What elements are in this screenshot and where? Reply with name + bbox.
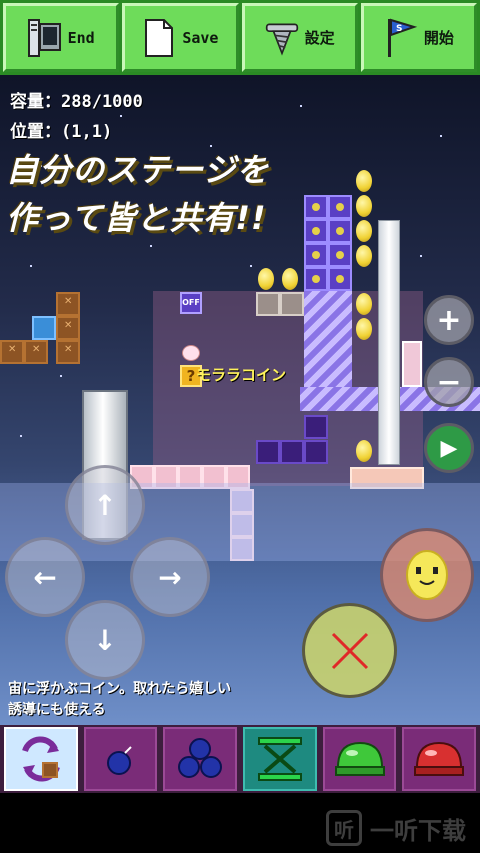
star (300, 105, 302, 107)
coin-tooltip: モララコイン (196, 366, 287, 384)
dpad-right-button[interactable]: → (130, 537, 210, 617)
start-button[interactable]: S 開始 (360, 3, 477, 72)
star-block (304, 243, 328, 267)
brick-block (56, 316, 80, 340)
coin-face-icon (406, 550, 448, 600)
promo-line-1: 自分のステージを (6, 151, 270, 189)
coin (356, 195, 372, 217)
dpad-down-button[interactable]: ↓ (65, 600, 145, 680)
watermark: 听 一听下载 (326, 810, 466, 846)
off-switch: OFF (180, 292, 202, 314)
pink-pillar (402, 341, 422, 387)
watermark-logo-icon: 听 (326, 810, 362, 846)
coin (258, 268, 274, 290)
palette-bomb-cluster[interactable] (163, 727, 238, 791)
settings-label: 設定 (304, 29, 335, 47)
switch-block (256, 440, 280, 464)
palette-swap-item[interactable] (4, 727, 78, 791)
moon-block (256, 292, 280, 316)
palette-bomb-small[interactable] (83, 727, 158, 791)
ice-block (32, 316, 56, 340)
stage-editor[interactable]: 容量：288/1000 位置：(1,1) 自分のステージを 作って皆と共有!! … (0, 75, 480, 725)
star-block (304, 267, 328, 291)
item-palette (0, 725, 480, 793)
capacity-readout: 容量：288/1000 (10, 92, 143, 112)
play-icon: ▶ (440, 435, 458, 461)
close-icon (331, 632, 368, 669)
end-label: End (67, 28, 95, 47)
drill-icon (265, 16, 299, 60)
brick-block (0, 340, 24, 364)
star-block (304, 195, 328, 219)
coin (356, 220, 372, 242)
item-description: 宙に浮かぶコイン。取れたら嬉しい 誘導にも使える (8, 679, 231, 721)
coin (356, 318, 372, 340)
star-block (328, 219, 352, 243)
star (420, 255, 422, 257)
star (150, 245, 152, 247)
bomb-cluster-icon (178, 738, 223, 778)
document-icon (142, 16, 176, 60)
switch-block (304, 415, 328, 439)
coin (356, 245, 372, 267)
bomb-icon (106, 746, 132, 775)
stone-pillar (378, 220, 400, 465)
star (250, 265, 252, 267)
red-shell-icon (414, 741, 465, 776)
swap-arrows-icon (21, 736, 60, 782)
moon-block (280, 292, 304, 316)
green-shell-icon (334, 741, 385, 776)
watermark-text: 一听下载 (370, 816, 466, 845)
dpad-left-button[interactable]: ← (5, 537, 85, 617)
star-block (328, 243, 352, 267)
hint-line-1: 宙に浮かぶコイン。取れたら嬉しい (8, 681, 232, 697)
start-label: 開始 (423, 29, 454, 47)
star (30, 265, 32, 267)
coin (282, 268, 298, 290)
slope-terrain (304, 291, 352, 387)
brick-block (56, 340, 80, 364)
hint-line-2: 誘導にも使える (8, 702, 106, 718)
delete-button[interactable] (302, 603, 397, 698)
switch-block (304, 440, 328, 464)
star-block (328, 195, 352, 219)
coin (356, 440, 372, 462)
dpad-up-button[interactable]: ↑ (65, 465, 145, 545)
settings-button[interactable]: 設定 (241, 3, 358, 72)
end-button[interactable]: End (3, 3, 120, 72)
promo-line-2: 作って皆と共有!! (6, 199, 267, 237)
star (20, 435, 22, 437)
save-button[interactable]: Save (122, 3, 239, 72)
zoom-in-button[interactable]: + (424, 295, 474, 345)
toolbar: End Save 設定 S 開始 (0, 0, 480, 75)
svg-text:S: S (396, 24, 402, 34)
flag-icon: S (384, 16, 418, 60)
position-readout: 位置：(1,1) (10, 122, 113, 142)
palette-red-shell[interactable] (402, 727, 477, 791)
star (440, 135, 442, 137)
star (60, 375, 62, 377)
star-block (304, 219, 328, 243)
computer-icon (27, 16, 62, 60)
brick-block (24, 340, 48, 364)
character-icon (182, 345, 200, 361)
jump-button[interactable] (380, 528, 474, 622)
star (120, 115, 122, 117)
switch-block (280, 440, 304, 464)
star-block (328, 267, 352, 291)
play-test-button[interactable]: ▶ (424, 423, 474, 473)
coin (356, 293, 372, 315)
palette-spring[interactable] (243, 727, 317, 791)
brick-block (56, 292, 80, 316)
palette-green-shell[interactable] (322, 727, 397, 791)
spring-icon (257, 737, 302, 781)
save-label: Save (182, 28, 219, 47)
zoom-out-button[interactable]: − (424, 357, 474, 407)
coin (356, 170, 372, 192)
